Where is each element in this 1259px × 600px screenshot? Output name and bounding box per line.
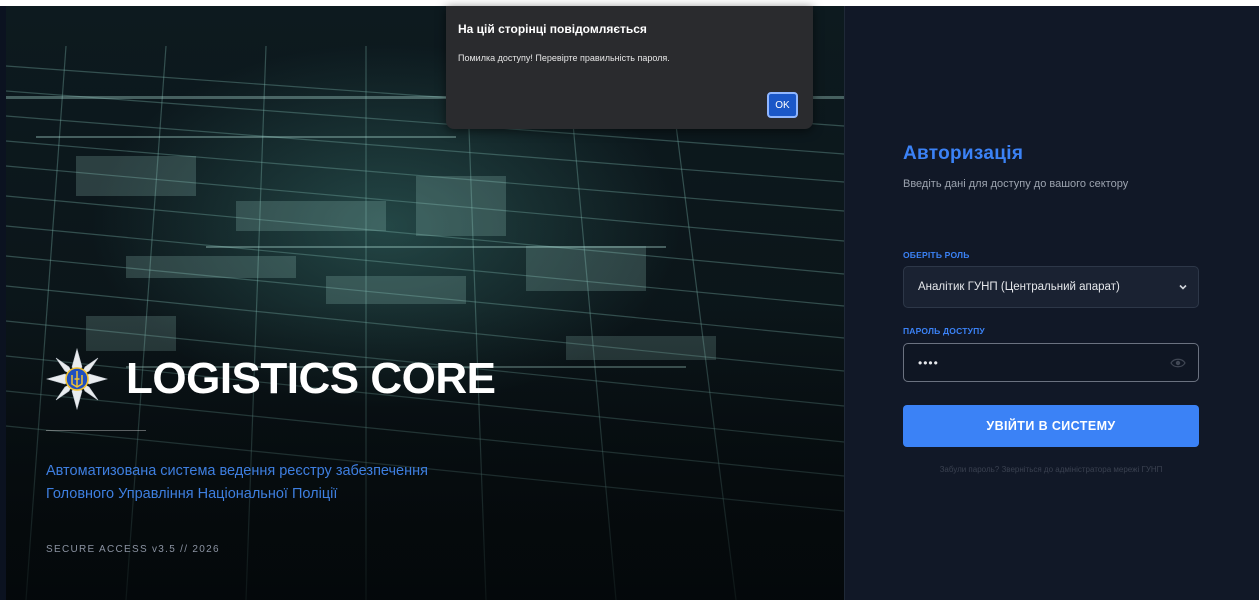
login-button[interactable]: УВІЙТИ В СИСТЕМУ <box>903 405 1199 447</box>
brand-block: LOGISTICS CORE <box>46 348 496 410</box>
brand-divider <box>46 430 146 431</box>
dialog-message: Помилка доступу! Перевірте правильність … <box>458 53 670 63</box>
auth-panel: Авторизація Введіть дані для доступу до … <box>844 6 1259 600</box>
role-select[interactable]: Аналітик ГУНП (Центральний апарат) <box>903 266 1199 308</box>
auth-subtitle: Введіть дані для доступу до вашого секто… <box>903 178 1129 190</box>
role-select-value: Аналітик ГУНП (Центральний апарат) <box>918 281 1120 293</box>
eye-icon[interactable] <box>1170 356 1186 370</box>
tagline-line-2: Головного Управління Національної Поліці… <box>46 486 338 502</box>
brand-tagline: Автоматизована система ведення реєстру з… <box>46 460 566 506</box>
password-value: •••• <box>918 355 939 370</box>
password-input[interactable]: •••• <box>903 343 1199 382</box>
version-label: SECURE ACCESS v3.5 // 2026 <box>46 544 220 555</box>
alert-dialog: На цій сторінці повідомляється Помилка д… <box>446 6 813 129</box>
chevron-down-icon <box>1179 284 1187 290</box>
brand-name: LOGISTICS CORE <box>126 354 496 403</box>
forgot-password-text: Забули пароль? Зверніться до адміністрат… <box>939 465 1163 474</box>
password-label: ПАРОЛЬ ДОСТУПУ <box>903 326 985 336</box>
role-label: ОБЕРІТЬ РОЛЬ <box>903 250 970 260</box>
police-emblem-icon <box>46 348 108 410</box>
dialog-ok-button[interactable]: OK <box>767 92 798 118</box>
dialog-title: На цій сторінці повідомляється <box>458 22 647 36</box>
auth-title: Авторизація <box>903 143 1024 164</box>
tagline-line-1: Автоматизована система ведення реєстру з… <box>46 463 428 479</box>
